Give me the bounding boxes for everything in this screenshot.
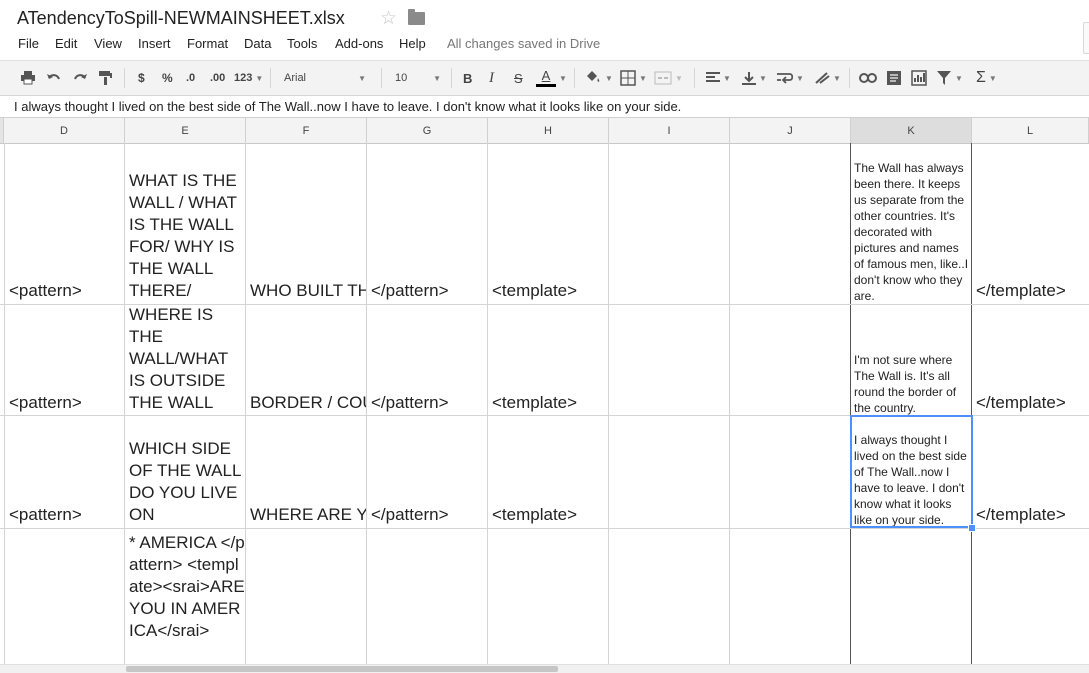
insert-link-icon[interactable] <box>859 68 877 88</box>
document-title[interactable]: ATendencyToSpill-NEWMAINSHEET.xlsx <box>17 8 345 29</box>
save-status: All changes saved in Drive <box>447 36 601 51</box>
column-header-g[interactable]: G <box>367 118 488 143</box>
cell-g3[interactable]: </pattern> <box>367 416 487 526</box>
chevron-down-icon: ▼ <box>433 73 441 83</box>
menu-file[interactable]: File <box>18 36 39 51</box>
text-color-button[interactable]: A <box>536 68 556 88</box>
cell-f3[interactable]: WHERE ARE YOU <box>246 416 366 526</box>
cell-f1[interactable]: WHO BUILT THE WALL <box>246 144 366 302</box>
functions-button[interactable]: Σ ▼ <box>976 68 997 88</box>
menu-format[interactable]: Format <box>187 36 228 51</box>
spreadsheet-grid[interactable]: D E F G H I J K L <pattern> WHAT IS THE … <box>0 118 1089 664</box>
column-header-k[interactable]: K <box>851 118 972 143</box>
insert-chart-icon[interactable] <box>911 68 927 88</box>
column-header-row: D E F G H I J K L <box>0 118 1089 144</box>
cell-d2[interactable]: <pattern> <box>5 305 124 414</box>
fill-color-icon[interactable]: ▼ <box>584 68 613 88</box>
toolbar-divider <box>574 68 575 88</box>
font-family-value: Arial <box>284 72 307 84</box>
font-family-select[interactable]: Arial ▼ <box>284 68 366 88</box>
text-color-swatch <box>536 84 556 87</box>
merge-cells-icon[interactable]: ▼ <box>654 68 683 88</box>
toolbar-divider <box>270 68 271 88</box>
menu-tools[interactable]: Tools <box>287 36 317 51</box>
strikethrough-button[interactable]: S <box>514 68 523 88</box>
currency-format-button[interactable]: $ <box>138 68 145 88</box>
toolbar-divider <box>694 68 695 88</box>
menu-edit[interactable]: Edit <box>55 36 77 51</box>
menu-help[interactable]: Help <box>399 36 426 51</box>
scrollbar-thumb[interactable] <box>126 666 558 672</box>
print-icon[interactable] <box>20 68 36 88</box>
increase-decimals-button[interactable]: .00 <box>210 68 225 88</box>
menu-data[interactable]: Data <box>244 36 271 51</box>
chevron-down-icon: ▼ <box>358 73 366 83</box>
filter-icon[interactable]: ▼ <box>936 68 963 88</box>
cell-k1[interactable]: The Wall has always been there. It keeps… <box>851 144 971 304</box>
decrease-decimals-button[interactable]: .0 <box>186 68 195 88</box>
menu-view[interactable]: View <box>94 36 122 51</box>
cell-e2[interactable]: WHERE IS THE WALL/WHAT IS OUTSIDE THE WA… <box>125 305 245 414</box>
title-bar: ATendencyToSpill-NEWMAINSHEET.xlsx ☆ <box>0 0 1089 54</box>
cell-e1[interactable]: WHAT IS THE WALL / WHAT IS THE WALL FOR/… <box>125 144 245 302</box>
borders-icon[interactable]: ▼ <box>620 68 647 88</box>
grid-line <box>729 143 730 664</box>
paint-format-icon[interactable] <box>98 68 112 88</box>
undo-icon[interactable] <box>46 68 62 88</box>
fill-handle[interactable] <box>968 524 976 532</box>
cell-h1[interactable]: <template> <box>488 144 608 302</box>
cell-h2[interactable]: <template> <box>488 305 608 414</box>
toolbar-divider <box>849 68 850 88</box>
text-wrap-icon[interactable]: ▼ <box>777 68 804 88</box>
cell-k2[interactable]: I'm not sure where The Wall is. It's all… <box>851 305 971 416</box>
align-left-icon[interactable]: ▼ <box>706 68 731 88</box>
column-header-i[interactable]: I <box>609 118 730 143</box>
toolbar: $ % .0 .00 123 ▼ Arial ▼ 10 ▼ B I S A ▼ ▼ ▼… <box>0 60 1089 96</box>
percent-format-button[interactable]: % <box>162 68 173 88</box>
more-formats-label: 123 <box>234 72 253 84</box>
cell-d3[interactable]: <pattern> <box>5 416 124 526</box>
font-size-select[interactable]: 10 ▼ <box>395 68 441 88</box>
menu-bar: File Edit View Insert Format Data Tools … <box>0 34 1089 54</box>
grid-line <box>608 143 609 664</box>
text-color-label: A <box>541 68 551 83</box>
toolbar-divider <box>124 68 125 88</box>
folder-icon[interactable] <box>408 9 425 25</box>
cell-g1[interactable]: </pattern> <box>367 144 487 302</box>
column-header-j[interactable]: J <box>730 118 851 143</box>
cell-d1[interactable]: <pattern> <box>5 144 124 302</box>
formula-bar[interactable]: I always thought I lived on the best sid… <box>0 95 1089 118</box>
cell-h3[interactable]: <template> <box>488 416 608 526</box>
cell-selection-outline <box>850 415 973 528</box>
menu-insert[interactable]: Insert <box>138 36 171 51</box>
insert-comment-icon[interactable] <box>887 68 901 88</box>
chevron-down-icon[interactable]: ▼ <box>556 68 567 88</box>
bold-button[interactable]: B <box>463 68 472 88</box>
font-size-value: 10 <box>395 72 408 84</box>
text-rotation-icon[interactable]: ▼ <box>814 68 841 88</box>
functions-label: Σ <box>976 69 986 86</box>
column-header-f[interactable]: F <box>246 118 367 143</box>
toolbar-divider <box>381 68 382 88</box>
column-header-h[interactable]: H <box>488 118 609 143</box>
more-formats-button[interactable]: 123 ▼ <box>234 68 263 88</box>
cell-f2[interactable]: BORDER / COUNTRY <box>246 305 366 414</box>
italic-button[interactable]: I <box>489 68 494 88</box>
column-header-e[interactable]: E <box>125 118 246 143</box>
column-header-d[interactable]: D <box>4 118 125 143</box>
menu-addons[interactable]: Add-ons <box>335 36 383 51</box>
redo-icon[interactable] <box>72 68 88 88</box>
vertical-align-icon[interactable]: ▼ <box>742 68 767 88</box>
toolbar-divider <box>451 68 452 88</box>
formula-bar-value[interactable]: I always thought I lived on the best sid… <box>14 99 681 114</box>
cell-l3[interactable]: </template> <box>972 416 1089 526</box>
cell-l1[interactable]: </template> <box>972 144 1089 302</box>
cell-e3[interactable]: WHICH SIDE OF THE WALL DO YOU LIVE ON <box>125 416 245 526</box>
star-icon[interactable]: ☆ <box>380 7 397 30</box>
column-header-l[interactable]: L <box>972 118 1089 143</box>
cell-e4[interactable]: * AMERICA </pattern> <template><srai>ARE… <box>125 529 245 664</box>
chevron-down-icon: ▼ <box>255 73 264 83</box>
cell-g2[interactable]: </pattern> <box>367 305 487 414</box>
cell-l2[interactable]: </template> <box>972 305 1089 414</box>
